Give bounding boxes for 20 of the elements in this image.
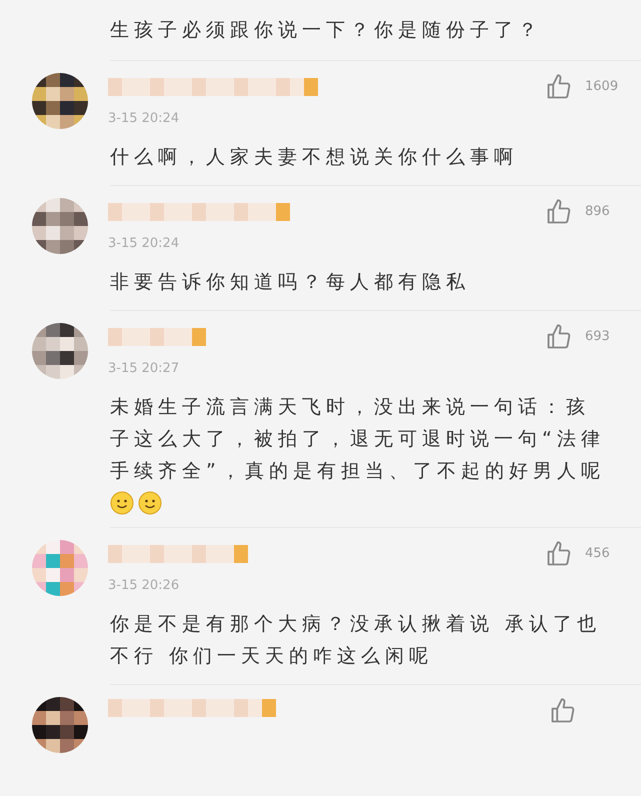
comment-text: 你是不是有那个大病？没承认揪着说 承认了也不行 你们一天天的咋这么闲呢	[110, 612, 602, 669]
comment-text: 非要告诉你知道吗？每人都有隐私	[110, 270, 471, 295]
like-count: 896	[585, 203, 611, 222]
comment-text: 生孩子必须跟你说一下？你是随份子了？	[110, 18, 542, 43]
thumbs-up-icon[interactable]	[549, 697, 577, 725]
like-count: 1609	[585, 78, 615, 96]
thumbs-up-icon[interactable]	[545, 540, 573, 568]
comment-time: 3-15 20:27	[108, 360, 180, 378]
comment-time: 3-15 20:24	[108, 110, 180, 128]
thumbs-up-icon[interactable]	[545, 323, 573, 351]
comment-text: 未婚生子流言满天飞时，没出来说一句话：孩子这么大了，被拍了，退无可退时说一句“法律手续齐全”，真的是有担当、了不起的好男人呢	[110, 395, 606, 484]
comment-text: 什么啊，人家夫妻不想说关你什么事啊	[110, 145, 519, 170]
like-count: 456	[585, 545, 611, 564]
thumbs-up-icon[interactable]	[545, 73, 573, 101]
smiley-icon	[138, 491, 162, 515]
smiley-icon	[110, 491, 134, 515]
comment-time: 3-15 20:24	[108, 235, 180, 253]
thumbs-up-icon[interactable]	[545, 198, 573, 226]
like-count: 693	[585, 328, 611, 346]
comment-time: 3-15 20:26	[108, 577, 180, 595]
